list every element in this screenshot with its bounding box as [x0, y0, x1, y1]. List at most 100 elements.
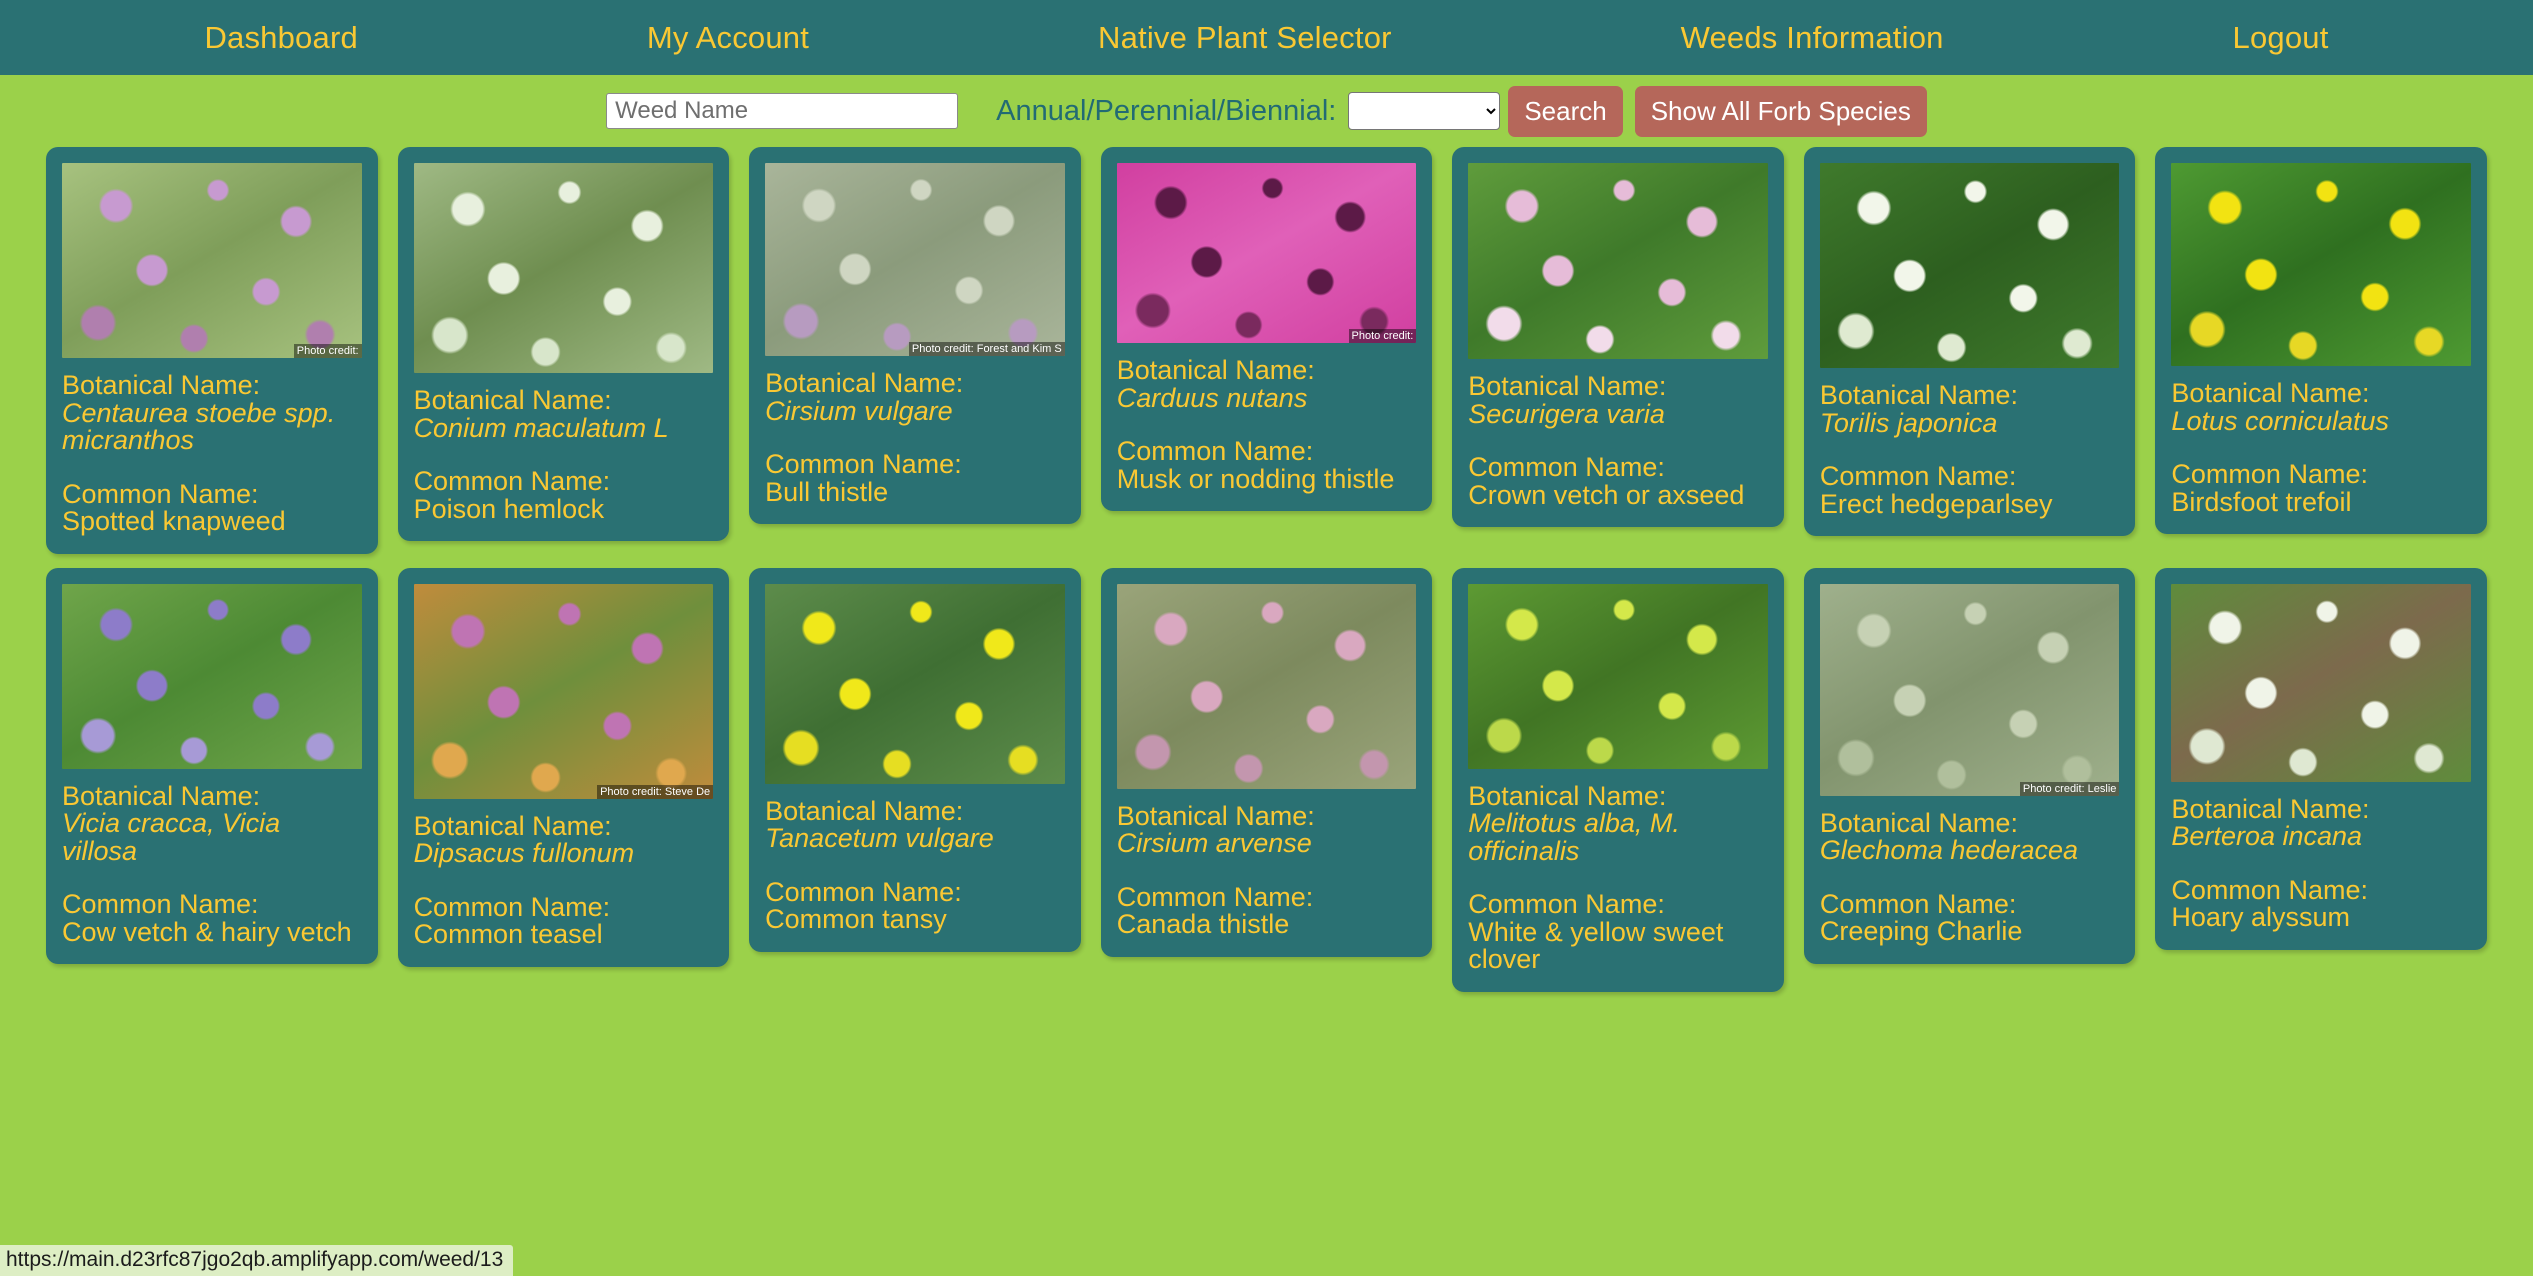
botanical-name-value: Glechoma hederacea: [1820, 837, 2120, 865]
weed-photo: [2171, 584, 2471, 782]
botanical-name-value: Tanacetum vulgare: [765, 825, 1065, 853]
common-name-label: Common Name:: [62, 481, 362, 509]
field-spacer: [765, 853, 1065, 879]
weed-card[interactable]: Photo credit:Botanical Name:Carduus nuta…: [1101, 147, 1433, 511]
field-spacer: [62, 455, 362, 481]
common-name-value: Cow vetch & hairy vetch: [62, 919, 362, 947]
photo-credit-label: Photo credit: Forest and Kim S: [909, 342, 1065, 356]
common-name-value: Canada thistle: [1117, 911, 1417, 939]
weed-card[interactable]: Botanical Name:Securigera varia Common Na…: [1452, 147, 1784, 527]
botanical-name-label: Botanical Name:: [1117, 803, 1417, 831]
common-name-value: Hoary alyssum: [2171, 904, 2471, 932]
field-spacer: [414, 442, 714, 468]
nav-item-logout[interactable]: Logout: [2233, 20, 2329, 56]
common-name-label: Common Name:: [1468, 891, 1768, 919]
botanical-name-value: Vicia cracca, Vicia villosa: [62, 810, 362, 865]
field-spacer: [62, 865, 362, 891]
nav-item-dashboard[interactable]: Dashboard: [204, 20, 357, 56]
search-button[interactable]: Search: [1508, 86, 1622, 137]
botanical-name-value: Berteroa incana: [2171, 823, 2471, 851]
browser-status-bar-url: https://main.d23rfc87jgo2qb.amplifyapp.c…: [0, 1245, 513, 1276]
common-name-value: Common tansy: [765, 906, 1065, 934]
common-name-value: Crown vetch or axseed: [1468, 482, 1768, 510]
weed-photo: [765, 584, 1065, 784]
common-name-value: Birdsfoot trefoil: [2171, 489, 2471, 517]
common-name-label: Common Name:: [1468, 454, 1768, 482]
photo-credit-label: Photo credit:: [294, 344, 362, 358]
field-spacer: [2171, 435, 2471, 461]
field-spacer: [1468, 865, 1768, 891]
botanical-name-value: Lotus corniculatus: [2171, 408, 2471, 436]
field-spacer: [1468, 428, 1768, 454]
common-name-value: Musk or nodding thistle: [1117, 466, 1417, 494]
field-spacer: [1117, 858, 1417, 884]
botanical-name-value: Securigera varia: [1468, 401, 1768, 429]
botanical-name-label: Botanical Name:: [414, 387, 714, 415]
nav-item-my-account[interactable]: My Account: [647, 20, 809, 56]
weed-card[interactable]: Botanical Name:Conium maculatum L Common …: [398, 147, 730, 541]
common-name-label: Common Name:: [62, 891, 362, 919]
common-name-label: Common Name:: [2171, 461, 2471, 489]
field-spacer: [1117, 412, 1417, 438]
weed-card[interactable]: Photo credit: LeslieBotanical Name:Glech…: [1804, 568, 2136, 964]
botanical-name-value: Carduus nutans: [1117, 385, 1417, 413]
botanical-name-label: Botanical Name:: [1468, 783, 1768, 811]
weed-card[interactable]: Photo credit:Botanical Name:Centaurea st…: [46, 147, 378, 554]
botanical-name-value: Cirsium arvense: [1117, 830, 1417, 858]
common-name-label: Common Name:: [414, 468, 714, 496]
common-name-label: Common Name:: [1117, 438, 1417, 466]
nav-item-weeds-information[interactable]: Weeds Information: [1681, 20, 1944, 56]
weed-card[interactable]: Botanical Name:Torilis japonicaCommon Na…: [1804, 147, 2136, 536]
weed-card[interactable]: Botanical Name:Tanacetum vulgareCommon N…: [749, 568, 1081, 952]
weed-card[interactable]: Botanical Name:Berteroa incana Common Nam…: [2155, 568, 2487, 950]
weed-photo: Photo credit:: [1117, 163, 1417, 343]
common-name-label: Common Name:: [414, 894, 714, 922]
life-cycle-filter-label: Annual/Perennial/Biennial:: [996, 95, 1336, 128]
weed-card[interactable]: Botanical Name:Melitotus alba, M. offici…: [1452, 568, 1784, 992]
weed-photo: [62, 584, 362, 769]
common-name-value: White & yellow sweet clover: [1468, 919, 1768, 974]
botanical-name-value: Dipsacus fullonum: [414, 840, 714, 868]
botanical-name-label: Botanical Name:: [1468, 373, 1768, 401]
weed-card-grid: Photo credit: Botanical Name: Centaurea st…: [0, 147, 2533, 992]
weed-card[interactable]: Botanical Name:Vicia cracca, Vicia villo…: [46, 568, 378, 965]
top-navigation-bar: Dashboard My Account Native Plant Select…: [0, 0, 2533, 75]
weed-card[interactable]: Botanical Name:Lotus corniculatus Common …: [2155, 147, 2487, 534]
nav-item-native-plant-selector[interactable]: Native Plant Selector: [1098, 20, 1392, 56]
weed-photo: [2171, 163, 2471, 366]
botanical-name-label: Botanical Name:: [1820, 382, 2120, 410]
weed-photo: Photo credit: Leslie: [1820, 584, 2120, 796]
botanical-name-value: Centaurea stoebe spp. micranthos: [62, 400, 362, 455]
weed-photo: [414, 163, 714, 373]
field-spacer: [765, 425, 1065, 451]
common-name-label: Common Name:: [1820, 891, 2120, 919]
common-name-value: Bull thistle: [765, 479, 1065, 507]
common-name-value: Creeping Charlie: [1820, 918, 2120, 946]
weed-card[interactable]: Photo credit: Forest and Kim SBotanical …: [749, 147, 1081, 524]
weed-photo: Photo credit: Forest and Kim S: [765, 163, 1065, 356]
field-spacer: [1820, 865, 2120, 891]
botanical-name-label: Botanical Name:: [765, 798, 1065, 826]
weed-name-input[interactable]: [606, 93, 958, 129]
weed-photo: [1820, 163, 2120, 368]
photo-credit-label: Photo credit: Steve De: [597, 785, 713, 799]
botanical-name-label: Botanical Name:: [414, 813, 714, 841]
weed-photo: [1468, 163, 1768, 359]
weed-photo: Photo credit: Steve De: [414, 584, 714, 799]
common-name-value: Poison hemlock: [414, 496, 714, 524]
weed-photo: [1117, 584, 1417, 789]
common-name-value: Spotted knapweed: [62, 508, 362, 536]
weed-card[interactable]: Botanical Name:Cirsium arvenseCommon Nam…: [1101, 568, 1433, 957]
botanical-name-value: Conium maculatum L: [414, 415, 714, 443]
life-cycle-select[interactable]: [1348, 92, 1500, 130]
field-spacer: [2171, 851, 2471, 877]
common-name-value: Common teasel: [414, 921, 714, 949]
botanical-name-value: Melitotus alba, M. officinalis: [1468, 810, 1768, 865]
weed-photo: Photo credit:: [62, 163, 362, 358]
weed-card[interactable]: Photo credit: Steve De Botanical Name:Dip…: [398, 568, 730, 967]
botanical-name-label: Botanical Name:: [2171, 380, 2471, 408]
botanical-name-label: Botanical Name:: [2171, 796, 2471, 824]
common-name-label: Common Name:: [2171, 877, 2471, 905]
show-all-forb-species-button[interactable]: Show All Forb Species: [1635, 86, 1927, 137]
common-name-value: Erect hedgeparlsey: [1820, 491, 2120, 519]
